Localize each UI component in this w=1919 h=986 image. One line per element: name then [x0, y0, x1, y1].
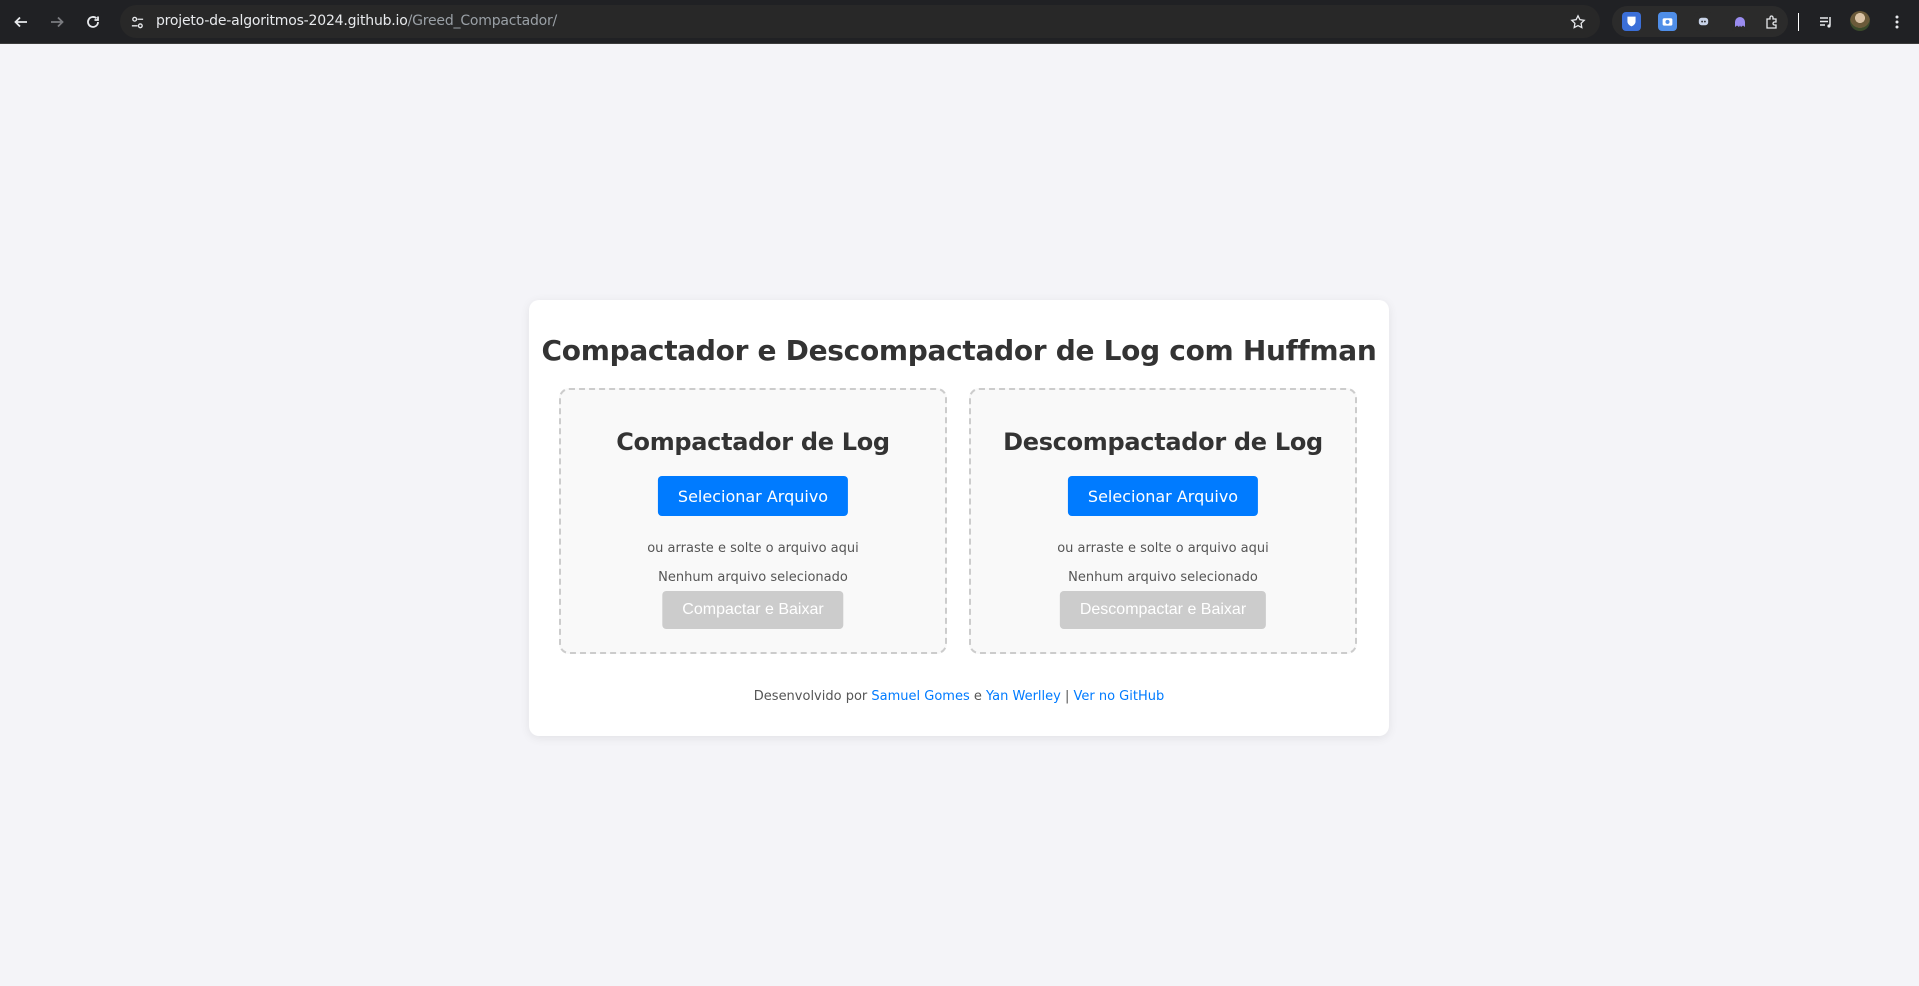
main-card: Compactador e Descompactador de Log com … — [529, 300, 1389, 736]
compressor-drop-hint: ou arraste e solte o arquivo aqui — [647, 541, 859, 556]
footer-conjunction: e — [969, 689, 986, 704]
playlist-icon[interactable] — [1815, 11, 1837, 33]
url-path: /Greed_Compactador/ — [407, 13, 558, 29]
footer-separator: | — [1060, 689, 1074, 704]
back-button[interactable] — [7, 8, 35, 36]
browser-toolbar: projeto-de-algoritmos-2024.github.io/Gre… — [0, 0, 1919, 44]
url-host: projeto-de-algoritmos-2024.github.io — [156, 13, 408, 29]
star-icon[interactable] — [1568, 12, 1588, 32]
decompressor-file-status: Nenhum arquivo selecionado — [1068, 570, 1258, 585]
kebab-menu-icon[interactable] — [1886, 11, 1908, 33]
author-link-yan[interactable]: Yan Werlley — [986, 689, 1061, 704]
decompressor-heading: Descompactador de Log — [1003, 428, 1323, 456]
ghost-extension-icon[interactable] — [1730, 12, 1749, 31]
toolbar-separator — [1798, 13, 1799, 31]
puzzle-icon[interactable] — [1762, 12, 1781, 31]
arrow-right-icon — [51, 16, 64, 28]
compressor-heading: Compactador de Log — [616, 428, 890, 456]
page-title: Compactador e Descompactador de Log com … — [541, 334, 1377, 367]
game-extension-icon[interactable] — [1694, 12, 1713, 31]
reload-icon — [87, 16, 99, 28]
compressor-select-file-button[interactable]: Selecionar Arquivo — [657, 476, 849, 516]
address-bar[interactable]: projeto-de-algoritmos-2024.github.io/Gre… — [120, 5, 1600, 38]
decompressor-drop-zone[interactable]: Descompactador de Log Selecionar Arquivo… — [969, 388, 1357, 654]
compressor-drop-zone[interactable]: Compactador de Log Selecionar Arquivo ou… — [559, 388, 947, 654]
compressor-file-status: Nenhum arquivo selecionado — [658, 570, 848, 585]
footer: Desenvolvido por Samuel Gomes e Yan Werl… — [529, 689, 1389, 704]
bitwarden-extension-icon[interactable] — [1622, 12, 1641, 31]
tune-icon[interactable] — [128, 13, 146, 31]
forward-button[interactable] — [43, 8, 71, 36]
compress-download-button[interactable]: Compactar e Baixar — [662, 591, 844, 629]
url-text: projeto-de-algoritmos-2024.github.io/Gre… — [156, 13, 557, 29]
profile-avatar[interactable] — [1850, 11, 1870, 31]
reload-button[interactable] — [79, 8, 107, 36]
github-link[interactable]: Ver no GitHub — [1073, 689, 1164, 704]
decompressor-drop-hint: ou arraste e solte o arquivo aqui — [1057, 541, 1269, 556]
extensions-group — [1612, 6, 1788, 37]
author-link-samuel[interactable]: Samuel Gomes — [871, 689, 969, 704]
footer-prefix: Desenvolvido por — [753, 689, 872, 704]
decompress-download-button[interactable]: Descompactar e Baixar — [1059, 591, 1267, 629]
arrow-left-icon — [14, 16, 27, 28]
screen-capture-extension-icon[interactable] — [1658, 12, 1677, 31]
decompressor-select-file-button[interactable]: Selecionar Arquivo — [1067, 476, 1259, 516]
